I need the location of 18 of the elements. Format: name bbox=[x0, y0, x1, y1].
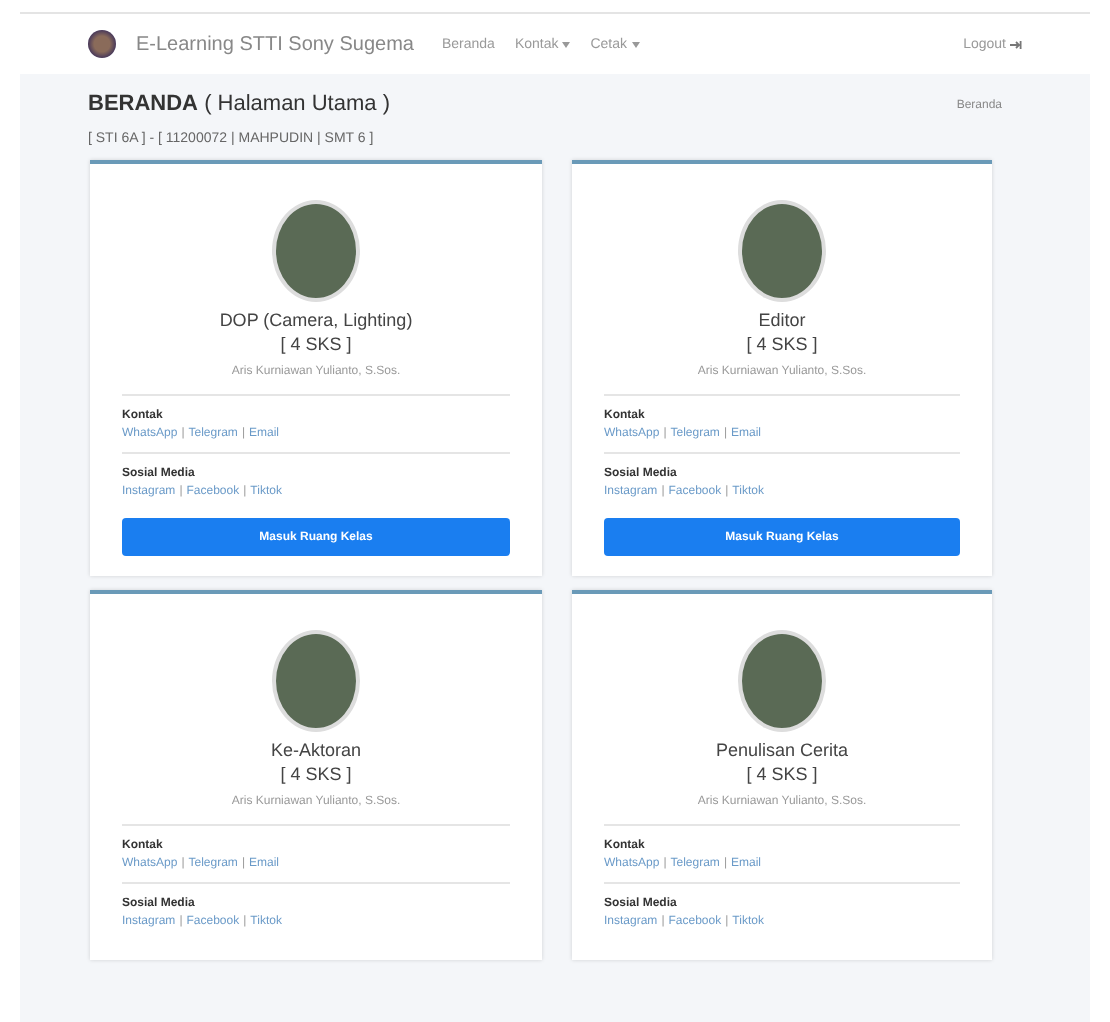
course-credits: [ 4 SKS ] bbox=[280, 334, 352, 354]
course-name: Penulisan Cerita bbox=[715, 740, 849, 760]
course-name: Ke-Aktoran bbox=[270, 740, 362, 760]
page-title: BERANDA ( Halaman Utama ) bbox=[88, 92, 390, 116]
caret-icon bbox=[631, 41, 640, 47]
photo-placeholder bbox=[738, 200, 826, 302]
caret-icon bbox=[562, 41, 571, 47]
course-credits: [ 4 SKS ] bbox=[746, 334, 818, 354]
course-credits: [ 4 SKS ] bbox=[746, 764, 818, 784]
course-credits: [ 4 SKS ] bbox=[280, 764, 352, 784]
photo-placeholder bbox=[272, 630, 360, 732]
course-name: Editor bbox=[758, 310, 806, 330]
photo-placeholder bbox=[738, 630, 826, 732]
photo-placeholder bbox=[272, 200, 360, 302]
logo-icon bbox=[88, 30, 116, 58]
brand-link[interactable]: E-Learning STTI Sony Sugema bbox=[136, 33, 414, 55]
logout-icon bbox=[1010, 39, 1022, 49]
course-name: DOP (Camera, Lighting) bbox=[219, 310, 413, 330]
